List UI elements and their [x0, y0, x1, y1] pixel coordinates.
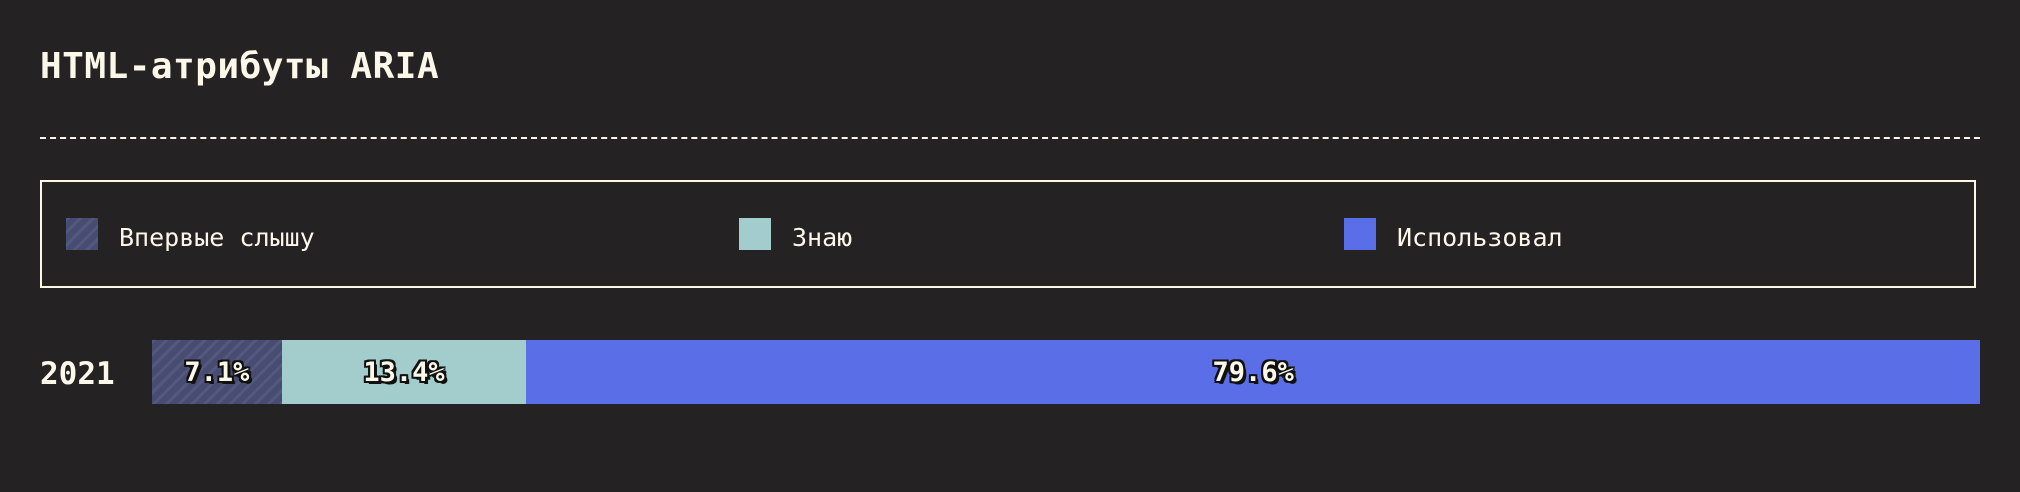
legend-swatch — [66, 218, 98, 250]
data-label: 13.4% — [363, 356, 445, 388]
stacked-bar: 7.1% 13.4% 79.6% — [152, 340, 1981, 404]
bar-segment: 13.4% — [281, 340, 527, 404]
legend-item: Использовал — [1344, 217, 1563, 252]
legend-item: Впервые слышу — [66, 217, 315, 252]
legend-label: Использовал — [1397, 222, 1563, 252]
title-divider — [40, 137, 1980, 139]
chart-title: HTML-атрибуты ARIA — [40, 46, 440, 87]
legend-label: Впервые слышу — [119, 222, 315, 252]
legend-item: Знаю — [739, 217, 853, 252]
data-label: 7.1% — [184, 356, 250, 388]
legend-swatch — [1344, 218, 1376, 250]
bar-segment: 79.6% — [526, 340, 1981, 404]
category-label: 2021 — [40, 356, 115, 392]
data-label: 79.6% — [1212, 356, 1294, 388]
bar-segment: 7.1% — [152, 340, 282, 404]
legend-label: Знаю — [792, 222, 853, 252]
chart-legend: Впервые слышу Знаю Использовал — [40, 180, 1976, 288]
legend-swatch — [739, 218, 771, 250]
